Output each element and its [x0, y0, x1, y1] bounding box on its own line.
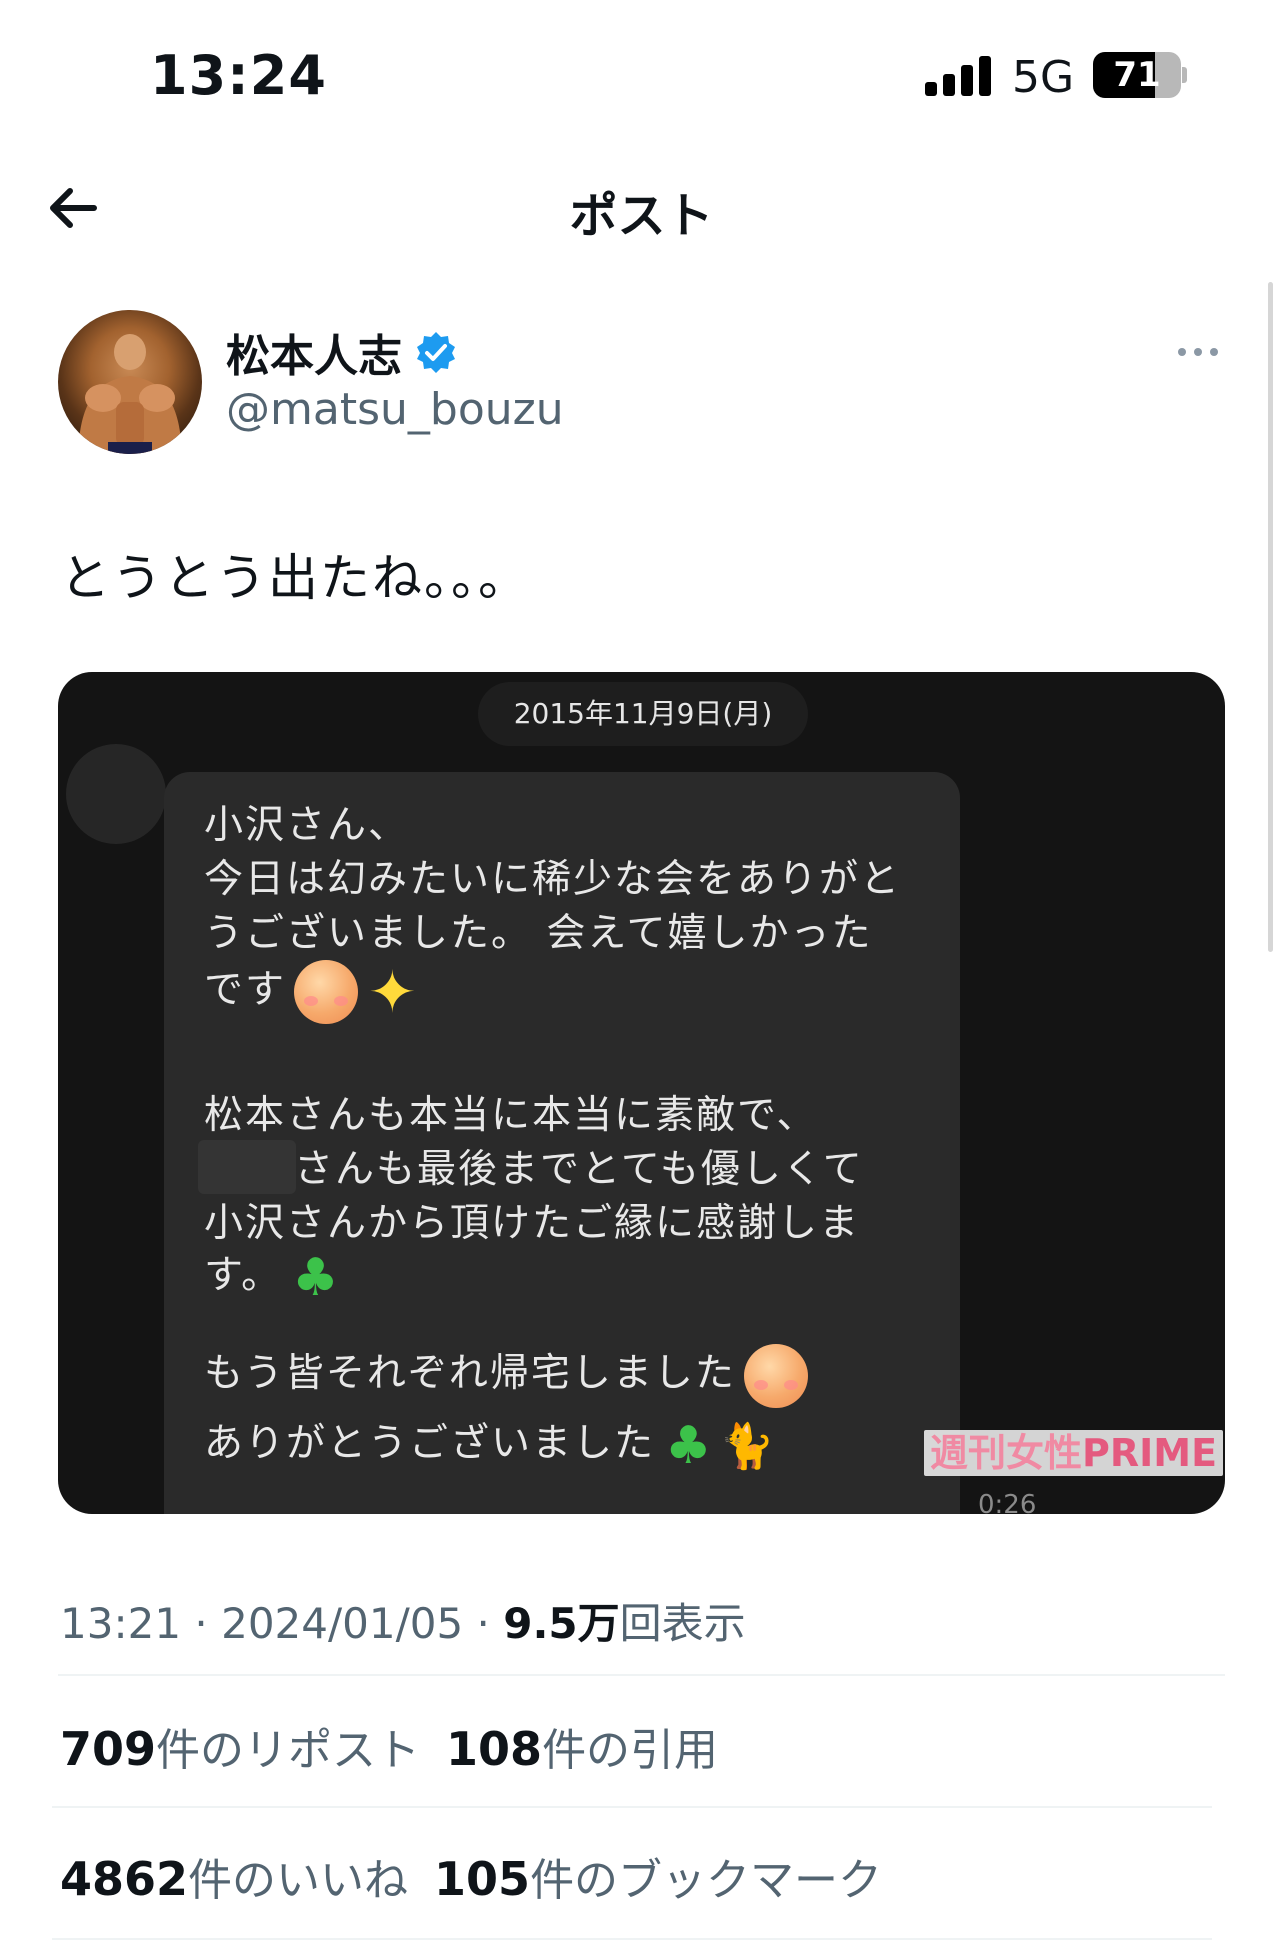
- signal-icon: [925, 54, 991, 96]
- post-image[interactable]: 2015年11月9日(月) 小沢さん、 今日は幻みたいに稀少な会をありがと うご…: [58, 672, 1225, 1514]
- message-line: す。: [204, 1253, 283, 1298]
- bookmark-count: 105: [434, 1852, 531, 1906]
- message-line: です: [204, 967, 287, 1013]
- battery-percent: 71: [1113, 55, 1161, 95]
- more-options-icon[interactable]: [1176, 342, 1220, 362]
- sparkles-emoji-icon: ✦: [368, 958, 419, 1026]
- divider: [58, 1674, 1225, 1676]
- repost-count: 709: [60, 1722, 157, 1776]
- bookmarks-link[interactable]: 105件のブックマーク: [434, 1852, 882, 1906]
- clover-emoji-icon: ♣: [292, 1247, 341, 1308]
- network-type: 5G: [1012, 52, 1075, 103]
- message-line-with-emoji: ありがとうございました ♣ 🐈: [204, 1412, 776, 1476]
- likes-link[interactable]: 4862件のいいね: [60, 1852, 408, 1906]
- message-line-with-emoji: す。 ♣: [204, 1244, 341, 1308]
- message-line: もう皆それぞれ帰宅しました: [204, 1351, 736, 1396]
- divider: [52, 1938, 1212, 1940]
- author-handle[interactable]: @matsu_bouzu: [226, 384, 564, 435]
- page-title: ポスト: [569, 188, 714, 244]
- post-meta: 13:21 · 2024/01/05 · 9.5万回表示: [60, 1599, 746, 1648]
- view-count: 9.5万: [503, 1599, 620, 1648]
- quotes-link[interactable]: 108件の引用: [446, 1722, 718, 1776]
- watermark-logo: 週刊女性PRIME: [924, 1430, 1224, 1476]
- message-line-with-emoji: もう皆それぞれ帰宅しました: [204, 1342, 808, 1408]
- battery-icon: 71: [1093, 52, 1187, 98]
- divider: [52, 1806, 1212, 1808]
- message-line: うございました。 会えて嬉しかった: [204, 911, 873, 956]
- message-line: さんも最後までとても優しくて: [294, 1147, 864, 1192]
- smiling-face-emoji-icon: [294, 960, 359, 1024]
- chat-avatar: [66, 744, 166, 844]
- quote-count: 108: [446, 1722, 543, 1776]
- post-date: 2024/01/05: [221, 1599, 464, 1648]
- smiling-face-emoji-icon: [743, 1343, 808, 1408]
- message-line: 小沢さん、: [204, 803, 410, 848]
- message-line: 松本さんも本当に本当に素敵で、: [204, 1093, 818, 1138]
- view-label: 回表示: [619, 1599, 746, 1648]
- message-line: 今日は幻みたいに稀少な会をありがと: [204, 857, 902, 902]
- redacted-name: [198, 1140, 296, 1194]
- cat-emoji-icon: 🐈: [719, 1420, 777, 1472]
- message-line-with-emoji: です ✦: [204, 958, 419, 1026]
- scrollbar[interactable]: [1268, 282, 1273, 952]
- avatar[interactable]: [58, 310, 202, 454]
- message-line: ありがとうございました: [204, 1421, 656, 1466]
- verified-badge-icon: [417, 332, 455, 373]
- post-time: 13:21: [60, 1599, 182, 1648]
- stats-row-reposts: 709件のリポスト 108件の引用: [60, 1714, 718, 1778]
- post-text: とうとう出たね。。。: [60, 549, 530, 607]
- reposts-link[interactable]: 709件のリポスト: [60, 1722, 420, 1776]
- author-name-row[interactable]: 松本人志: [226, 322, 458, 382]
- author-name[interactable]: 松本人志: [226, 320, 402, 384]
- message-line: 小沢さんから頂けたご縁に感謝しま: [204, 1201, 861, 1246]
- clover-emoji-icon: ♣: [665, 1415, 714, 1476]
- like-count: 4862: [60, 1852, 189, 1906]
- status-time: 13:24: [150, 44, 327, 107]
- chat-date-label: 2015年11月9日(月): [478, 682, 808, 746]
- clip-time: 0:26: [978, 1490, 1037, 1514]
- stats-row-likes: 4862件のいいね 105件のブックマーク: [60, 1844, 882, 1908]
